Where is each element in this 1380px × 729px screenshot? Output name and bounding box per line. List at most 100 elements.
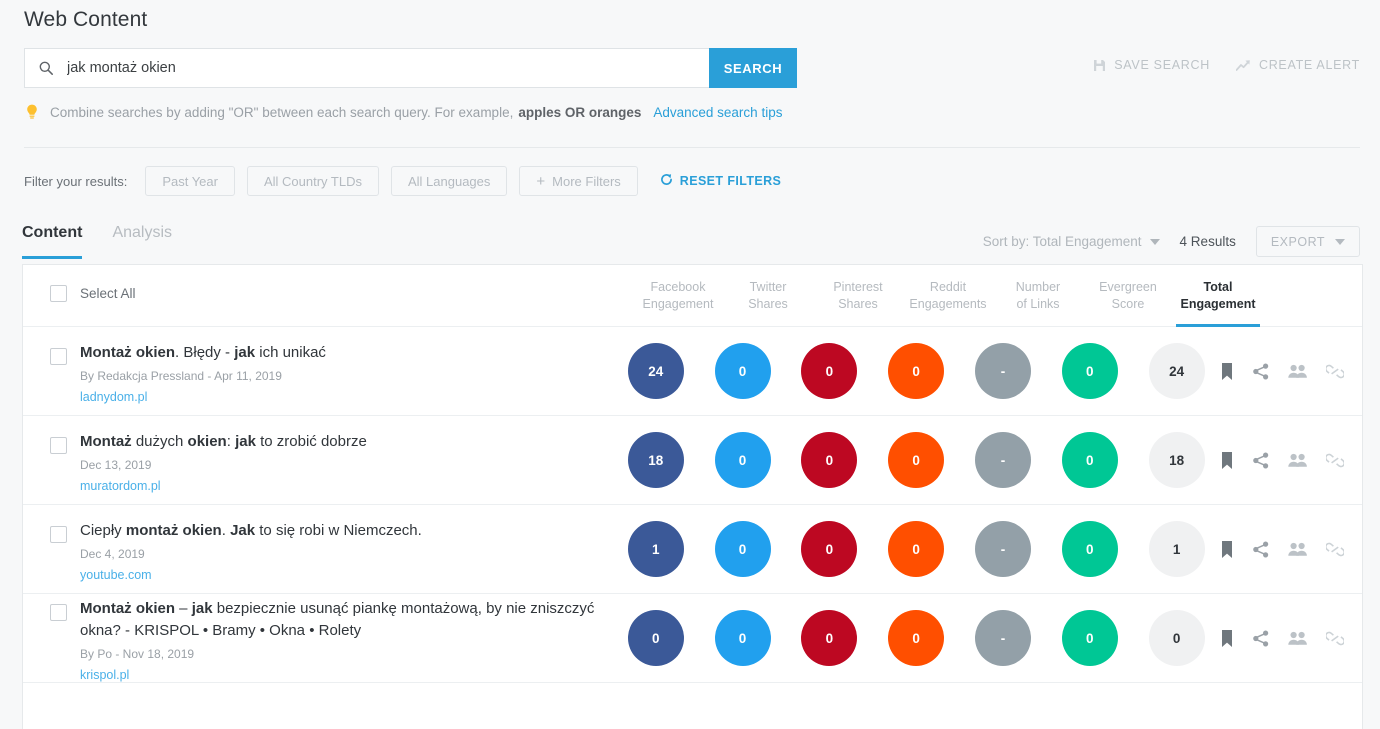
filter-chip-past-year[interactable]: Past Year (145, 166, 235, 196)
table-row[interactable]: Montaż okien – jak bezpiecznie usunąć pi… (23, 594, 1362, 683)
bookmark-icon[interactable] (1220, 629, 1234, 647)
column-header-facebook-engagement[interactable]: Facebook Engagement (633, 265, 723, 322)
share-icon[interactable] (1253, 630, 1269, 647)
row-domain-link[interactable]: muratordom.pl (80, 479, 367, 493)
row-checkbox[interactable] (50, 526, 67, 543)
row-meta: Dec 4, 2019 (80, 547, 145, 561)
metric-bubble: 18 (627, 432, 684, 488)
metric-cell: 0 (786, 610, 873, 666)
metric-cell: 0 (873, 521, 960, 577)
tab-content[interactable]: Content (22, 224, 83, 259)
metric-cell: 0 (786, 343, 873, 399)
column-header-line2: of Links (1016, 297, 1060, 311)
create-alert-label: CREATE ALERT (1258, 58, 1360, 72)
row-checkbox[interactable] (50, 437, 67, 454)
row-checkbox[interactable] (50, 604, 67, 621)
row-title[interactable]: Montaż dużych okien: jak to zrobić dobrz… (80, 431, 367, 453)
row-domain-link[interactable]: youtube.com (80, 568, 422, 582)
select-all-checkbox[interactable] (50, 285, 67, 302)
metric-bubble: - (974, 343, 1031, 399)
search-input[interactable]: jak montaż okien (24, 48, 709, 88)
column-header-line2: Shares (838, 297, 878, 311)
row-domain-link[interactable]: ladnydom.pl (80, 390, 326, 404)
sort-by-dropdown[interactable]: Sort by: Total Engagement (983, 234, 1160, 249)
row-actions (1220, 362, 1362, 380)
row-domain-link[interactable]: krispol.pl (80, 668, 612, 682)
table-row[interactable]: Ciepły montaż okien. Jak to się robi w N… (23, 505, 1362, 594)
metric-cell: 0 (873, 343, 960, 399)
metric-cell: 0 (699, 521, 786, 577)
results-table: Select All Facebook Engagement Twitter S… (22, 264, 1363, 729)
filter-chip-languages[interactable]: All Languages (390, 166, 508, 196)
filter-bar: Filter your results: Past Year All Count… (24, 166, 781, 196)
export-button[interactable]: EXPORT (1255, 226, 1360, 257)
row-actions (1220, 540, 1362, 558)
column-header-total-engagement[interactable]: Total Engagement (1173, 265, 1263, 327)
share-icon[interactable] (1253, 541, 1269, 558)
row-content-cell: Montaż okien – jak bezpiecznie usunąć pi… (23, 594, 612, 682)
tab-analysis[interactable]: Analysis (112, 224, 172, 259)
metric-cell: 0 (699, 432, 786, 488)
share-icon[interactable] (1253, 363, 1269, 380)
table-row[interactable]: Montaż dużych okien: jak to zrobić dobrz… (23, 416, 1362, 505)
reset-filters-label: RESET FILTERS (679, 174, 782, 188)
bookmark-icon[interactable] (1220, 362, 1234, 380)
bookmark-icon[interactable] (1220, 451, 1234, 469)
people-icon[interactable] (1288, 631, 1307, 646)
save-search-button[interactable]: SAVE SEARCH (1093, 58, 1210, 72)
create-alert-button[interactable]: CREATE ALERT (1235, 58, 1360, 72)
search-button[interactable]: SEARCH (709, 48, 797, 88)
column-header-evergreen-score[interactable]: Evergreen Score (1083, 265, 1173, 322)
metric-bubble: 0 (1061, 610, 1118, 666)
people-icon[interactable] (1288, 542, 1307, 557)
row-meta: By Redakcja Pressland - Apr 11, 2019 (80, 369, 282, 383)
web-content-page: Web Content jak montaż okien SEARCH SAVE… (0, 0, 1380, 729)
link-icon[interactable] (1326, 631, 1345, 646)
column-header-line2: Engagements (909, 297, 987, 311)
metric-bubble: 0 (1061, 343, 1118, 399)
save-icon (1093, 59, 1106, 72)
row-title[interactable]: Ciepły montaż okien. Jak to się robi w N… (80, 520, 422, 542)
tab-bar: Content Analysis (22, 224, 172, 259)
link-icon[interactable] (1326, 542, 1345, 557)
results-count: 4 Results (1179, 234, 1236, 249)
table-body: Montaż okien. Błędy - jak ich unikać By R… (23, 327, 1362, 683)
filter-chip-country-tlds[interactable]: All Country TLDs (246, 166, 379, 196)
table-row[interactable]: Montaż okien. Błędy - jak ich unikać By R… (23, 327, 1362, 416)
advanced-search-tips-link[interactable]: Advanced search tips (653, 105, 782, 120)
bookmark-icon[interactable] (1220, 540, 1234, 558)
metric-cell: 0 (699, 343, 786, 399)
filter-chip-label: All Languages (407, 173, 491, 189)
row-checkbox[interactable] (50, 348, 67, 365)
column-header-line1: Twitter (749, 280, 787, 294)
refresh-icon (660, 173, 673, 189)
filter-chip-more-filters[interactable]: + More Filters (519, 166, 638, 196)
header-actions: SAVE SEARCH CREATE ALERT (1093, 58, 1360, 72)
metric-cell: - (960, 610, 1047, 666)
people-icon[interactable] (1288, 364, 1307, 379)
select-all-cell: Select All (23, 265, 633, 322)
metric-bubble: 24 (1148, 343, 1205, 399)
metric-bubble: 0 (714, 610, 771, 666)
column-header-twitter-shares[interactable]: Twitter Shares (723, 265, 813, 322)
metric-bubble: 24 (627, 343, 684, 399)
reset-filters-button[interactable]: RESET FILTERS (660, 173, 782, 189)
row-meta: By Po - Nov 18, 2019 (80, 647, 195, 661)
people-icon[interactable] (1288, 453, 1307, 468)
column-header-number-of-links[interactable]: Number of Links (993, 265, 1083, 322)
column-header-line2: Score (1111, 297, 1145, 311)
row-actions (1220, 451, 1362, 469)
metric-bubble: 1 (627, 521, 684, 577)
link-icon[interactable] (1326, 364, 1345, 379)
share-icon[interactable] (1253, 452, 1269, 469)
metric-cell: 24 (612, 343, 699, 399)
metric-bubble: 0 (888, 343, 945, 399)
metric-bubble: 1 (1148, 521, 1205, 577)
row-title[interactable]: Montaż okien – jak bezpiecznie usunąć pi… (80, 598, 612, 642)
column-header-pinterest-shares[interactable]: Pinterest Shares (813, 265, 903, 322)
metric-cell: - (960, 432, 1047, 488)
row-title[interactable]: Montaż okien. Błędy - jak ich unikać (80, 342, 326, 364)
metric-cell: 0 (1046, 343, 1133, 399)
link-icon[interactable] (1326, 453, 1345, 468)
column-header-reddit-engagements[interactable]: Reddit Engagements (903, 265, 993, 322)
